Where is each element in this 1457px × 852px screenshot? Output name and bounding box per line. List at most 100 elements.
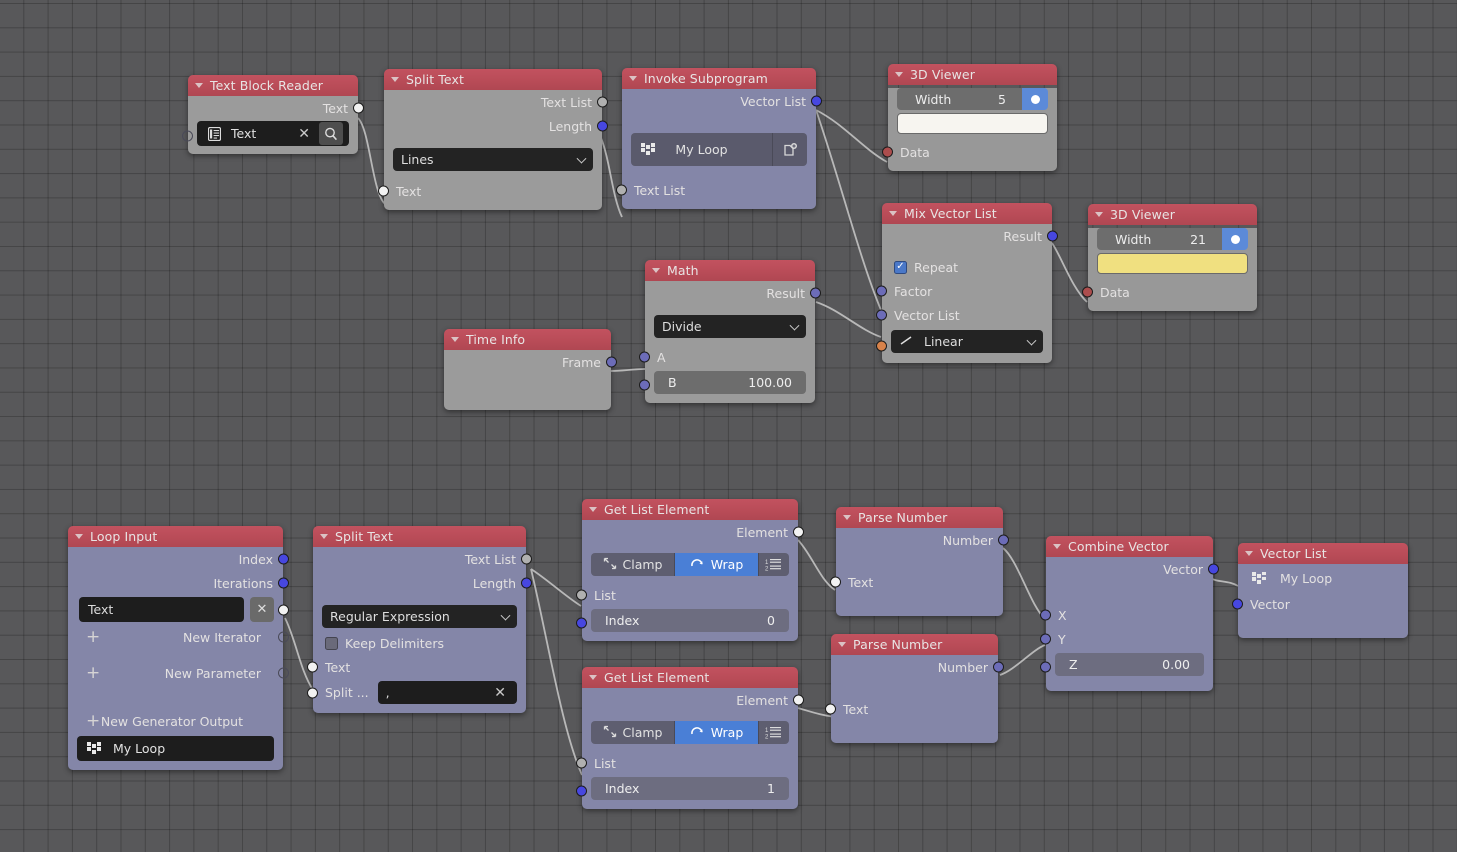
loop-subprogram-button[interactable]: My Loop: [77, 736, 274, 761]
split-type-select[interactable]: Regular Expression: [322, 605, 517, 628]
node-header[interactable]: Time Info: [444, 329, 611, 350]
node-header[interactable]: Mix Vector List: [882, 203, 1052, 224]
node-header[interactable]: Split Text: [313, 526, 526, 547]
socket-in-list[interactable]: [576, 757, 587, 769]
socket-in-text-list[interactable]: [616, 184, 627, 196]
node-header[interactable]: Vector List: [1238, 543, 1408, 564]
iterator-name-field[interactable]: Text: [79, 597, 244, 622]
collapse-triangle-icon[interactable]: [843, 515, 851, 520]
new-file-icon[interactable]: [773, 133, 807, 166]
socket-out-result[interactable]: [810, 287, 821, 299]
socket-out-vector[interactable]: [1208, 563, 1219, 575]
node-loop-input[interactable]: Loop Input Index Iterations Text ✕ + New…: [68, 526, 289, 770]
collapse-triangle-icon[interactable]: [629, 76, 637, 81]
node-vector-list-output[interactable]: Vector List My Loop Vector: [1232, 543, 1408, 638]
plus-icon[interactable]: +: [86, 628, 100, 646]
socket-in-index[interactable]: [576, 785, 587, 797]
socket-in-interpolation[interactable]: [876, 340, 887, 352]
node-invoke-subprogram[interactable]: Invoke Subprogram Vector List My Loop Te…: [616, 68, 822, 209]
socket-in-split[interactable]: [307, 687, 318, 699]
node-header[interactable]: Split Text: [384, 69, 602, 90]
socket-out-length[interactable]: [597, 120, 608, 132]
width-slider-1[interactable]: Width 5: [897, 88, 1048, 110]
socket-in-y[interactable]: [1040, 633, 1051, 645]
socket-in-x[interactable]: [1040, 609, 1051, 621]
plus-icon[interactable]: +: [86, 664, 100, 682]
collapse-triangle-icon[interactable]: [589, 507, 597, 512]
node-mix-vector-list[interactable]: Mix Vector List Result ✓ Repeat Factor V…: [876, 203, 1058, 363]
socket-in-vector[interactable]: [1232, 598, 1243, 610]
index-field[interactable]: Index 1: [591, 777, 789, 800]
search-icon[interactable]: [319, 122, 343, 145]
socket-in-text[interactable]: [307, 661, 318, 673]
z-field[interactable]: Z 0.00: [1055, 653, 1204, 676]
clamp-toggle[interactable]: Clamp: [591, 553, 675, 576]
interpolation-select[interactable]: Linear: [891, 330, 1043, 353]
socket-in-b[interactable]: [639, 379, 650, 391]
text-block-field[interactable]: Text ✕: [197, 121, 349, 146]
socket-out-text-iterator[interactable]: [278, 604, 289, 615]
socket-out-vector-list[interactable]: [811, 95, 822, 107]
node-header[interactable]: Parse Number: [836, 507, 1003, 528]
socket-in-text[interactable]: [830, 576, 841, 588]
clear-icon[interactable]: ✕: [250, 597, 274, 622]
socket-out-iterations[interactable]: [278, 577, 289, 589]
socket-in-text[interactable]: [825, 703, 836, 715]
node-combine-vector[interactable]: Combine Vector Vector X Y Z 0.00: [1040, 536, 1219, 691]
math-b-field[interactable]: B 100.00: [654, 371, 806, 394]
node-3d-viewer-1[interactable]: 3D Viewer Width 5 Data: [882, 64, 1057, 171]
list-order-icon[interactable]: 12: [759, 553, 789, 576]
socket-out-index[interactable]: [278, 553, 289, 565]
socket-in-list[interactable]: [576, 589, 587, 601]
node-text-block-reader[interactable]: Text Block Reader Text Text ✕: [182, 75, 364, 154]
split-type-select[interactable]: Lines: [393, 148, 593, 171]
width-slider-2[interactable]: Width 21: [1097, 228, 1248, 250]
node-header[interactable]: 3D Viewer: [888, 64, 1057, 85]
wrap-toggle[interactable]: Wrap: [675, 553, 759, 576]
node-header[interactable]: 3D Viewer: [1088, 204, 1257, 225]
node-get-list-element-2[interactable]: Get List Element Element Clamp Wrap 1 2 …: [576, 667, 804, 809]
collapse-triangle-icon[interactable]: [75, 534, 83, 539]
wrap-toggle[interactable]: Wrap: [675, 721, 759, 744]
collapse-triangle-icon[interactable]: [391, 77, 399, 82]
socket-in-index[interactable]: [576, 617, 587, 629]
socket-out-element[interactable]: [793, 694, 804, 706]
node-parse-number-2[interactable]: Parse Number Number Text: [825, 634, 1004, 743]
list-order-icon[interactable]: 12: [759, 721, 789, 744]
node-parse-number-1[interactable]: Parse Number Number Text: [830, 507, 1009, 616]
socket-new-iterator[interactable]: [278, 631, 289, 643]
clear-icon[interactable]: ✕: [491, 686, 509, 700]
socket-out-number[interactable]: [993, 661, 1004, 673]
node-header[interactable]: Parse Number: [831, 634, 998, 655]
clamp-toggle[interactable]: Clamp: [591, 721, 675, 744]
node-header[interactable]: Invoke Subprogram: [622, 68, 816, 89]
collapse-triangle-icon[interactable]: [195, 83, 203, 88]
new-generator-output-row[interactable]: + New Generator Output: [68, 708, 283, 734]
socket-out-number[interactable]: [998, 534, 1009, 546]
socket-in-textblock[interactable]: [182, 130, 193, 142]
clamp-wrap-toggle-2[interactable]: Clamp Wrap 12: [591, 721, 789, 744]
node-time-info[interactable]: Time Info Frame: [444, 329, 617, 410]
socket-out-text-list[interactable]: [521, 553, 532, 565]
collapse-triangle-icon[interactable]: [889, 211, 897, 216]
node-split-text-2[interactable]: Split Text Text List Length Regular Expr…: [307, 526, 532, 713]
repeat-checkbox[interactable]: ✓: [894, 260, 907, 274]
index-field[interactable]: Index 0: [591, 609, 789, 632]
node-header[interactable]: Get List Element: [582, 499, 798, 520]
collapse-triangle-icon[interactable]: [451, 337, 459, 342]
socket-in-a[interactable]: [639, 351, 650, 363]
socket-out-text-list[interactable]: [597, 96, 608, 108]
keep-delimiters-checkbox[interactable]: [325, 636, 338, 650]
node-header[interactable]: Combine Vector: [1046, 536, 1213, 557]
node-split-text-1[interactable]: Split Text Text List Length Lines Text: [378, 69, 608, 210]
collapse-triangle-icon[interactable]: [1245, 551, 1253, 556]
new-parameter-row[interactable]: + New Parameter: [68, 660, 289, 686]
socket-out-frame[interactable]: [606, 356, 617, 368]
math-operation-select[interactable]: Divide: [654, 315, 806, 338]
socket-out-result[interactable]: [1047, 230, 1058, 242]
collapse-triangle-icon[interactable]: [1095, 212, 1103, 217]
node-header[interactable]: Text Block Reader: [188, 75, 358, 96]
subprogram-selector[interactable]: My Loop: [631, 133, 807, 166]
viewer-toggle-dot[interactable]: [1222, 228, 1248, 250]
collapse-triangle-icon[interactable]: [652, 268, 660, 273]
